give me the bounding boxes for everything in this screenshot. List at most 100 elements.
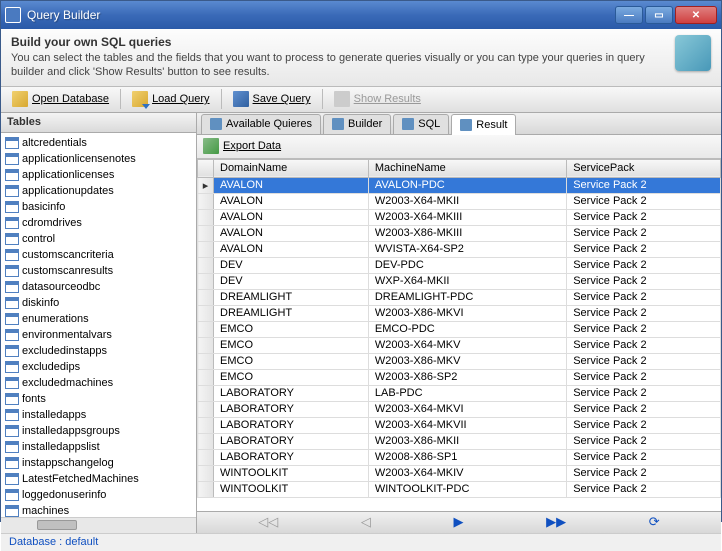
table-row[interactable]: EMCOEMCO-PDCService Pack 2 [198, 321, 721, 337]
table-item-label: applicationupdates [22, 185, 114, 197]
table-cell: AVALON-PDC [368, 177, 566, 193]
table-item[interactable]: applicationlicensenotes [3, 151, 194, 167]
table-item[interactable]: basicinfo [3, 199, 194, 215]
table-item[interactable]: customscanresults [3, 263, 194, 279]
table-icon [5, 249, 19, 261]
table-row[interactable]: ▸AVALONAVALON-PDCService Pack 2 [198, 177, 721, 193]
table-row[interactable]: DREAMLIGHTDREAMLIGHT-PDCService Pack 2 [198, 289, 721, 305]
table-row[interactable]: LABORATORYW2003-X64-MKVIService Pack 2 [198, 401, 721, 417]
table-item-label: control [22, 233, 55, 245]
result-grid[interactable]: DomainNameMachineNameServicePack▸AVALONA… [197, 159, 721, 511]
export-data-button[interactable]: Export Data [223, 140, 281, 152]
table-cell: W2003-X64-MKII [368, 193, 566, 209]
table-row[interactable]: DEVDEV-PDCService Pack 2 [198, 257, 721, 273]
table-row[interactable]: AVALONW2003-X86-MKIIIService Pack 2 [198, 225, 721, 241]
table-item[interactable]: installedappsgroups [3, 423, 194, 439]
table-item[interactable]: cdromdrives [3, 215, 194, 231]
column-header[interactable]: DomainName [214, 159, 369, 177]
table-item[interactable]: installedappslist [3, 439, 194, 455]
table-row[interactable]: LABORATORYW2003-X64-MKVIIService Pack 2 [198, 417, 721, 433]
table-row[interactable]: LABORATORYW2003-X86-MKIIService Pack 2 [198, 433, 721, 449]
titlebar: Query Builder — ▭ ✕ [1, 1, 721, 29]
table-item[interactable]: excludedips [3, 359, 194, 375]
tab-icon [402, 118, 414, 130]
table-item-label: excludedmachines [22, 377, 113, 389]
table-item[interactable]: enumerations [3, 311, 194, 327]
table-item[interactable]: altcredentials [3, 135, 194, 151]
table-row[interactable]: DREAMLIGHTW2003-X86-MKVIService Pack 2 [198, 305, 721, 321]
table-item[interactable]: datasourceodbc [3, 279, 194, 295]
table-row[interactable]: DEVWXP-X64-MKIIService Pack 2 [198, 273, 721, 289]
table-row[interactable]: AVALONW2003-X64-MKIIIService Pack 2 [198, 209, 721, 225]
table-row[interactable]: LABORATORYLAB-PDCService Pack 2 [198, 385, 721, 401]
table-item-label: installedappsgroups [22, 425, 120, 437]
table-item[interactable]: machines [3, 503, 194, 517]
tab-icon [332, 118, 344, 130]
nav-first-button[interactable]: ◁◁ [258, 514, 278, 530]
table-row[interactable]: EMCOW2003-X64-MKVService Pack 2 [198, 337, 721, 353]
table-cell: EMCO [214, 353, 369, 369]
horizontal-scrollbar[interactable] [1, 517, 196, 533]
row-indicator [198, 193, 214, 209]
row-indicator [198, 401, 214, 417]
table-item[interactable]: diskinfo [3, 295, 194, 311]
row-indicator [198, 481, 214, 497]
table-cell: DREAMLIGHT [214, 305, 369, 321]
tab-result[interactable]: Result [451, 114, 516, 135]
load-query-button[interactable]: Load Query [125, 88, 216, 110]
table-cell: W2003-X64-MKVI [368, 401, 566, 417]
table-item[interactable]: fonts [3, 391, 194, 407]
table-item[interactable]: customscancriteria [3, 247, 194, 263]
table-item[interactable]: instappschangelog [3, 455, 194, 471]
table-item[interactable]: applicationupdates [3, 183, 194, 199]
table-cell: DEV [214, 273, 369, 289]
table-icon [5, 233, 19, 245]
nav-refresh-button[interactable]: ⟳ [649, 514, 660, 530]
open-database-button[interactable]: Open Database [5, 88, 116, 110]
table-icon [5, 425, 19, 437]
close-button[interactable]: ✕ [675, 6, 717, 24]
table-row[interactable]: AVALONWVISTA-X64-SP2Service Pack 2 [198, 241, 721, 257]
tables-header: Tables [1, 113, 196, 133]
table-cell: WINTOOLKIT [214, 481, 369, 497]
save-query-button[interactable]: Save Query [226, 88, 318, 110]
nav-last-button[interactable]: ▶▶ [546, 514, 566, 530]
table-icon [5, 217, 19, 229]
table-item[interactable]: excludedmachines [3, 375, 194, 391]
table-item[interactable]: installedapps [3, 407, 194, 423]
minimize-button[interactable]: — [615, 6, 643, 24]
row-indicator [198, 353, 214, 369]
table-row[interactable]: AVALONW2003-X64-MKIIService Pack 2 [198, 193, 721, 209]
table-item[interactable]: environmentalvars [3, 327, 194, 343]
table-item[interactable]: loggedonuserinfo [3, 487, 194, 503]
tab-label: Builder [348, 118, 382, 130]
tables-tree[interactable]: altcredentialsapplicationlicensenotesapp… [1, 133, 196, 517]
table-icon [5, 393, 19, 405]
status-bar: Database : default [1, 533, 721, 551]
table-cell: WINTOOLKIT [214, 465, 369, 481]
table-row[interactable]: WINTOOLKITW2003-X64-MKIVService Pack 2 [198, 465, 721, 481]
table-cell: Service Pack 2 [567, 177, 721, 193]
header: Build your own SQL queries You can selec… [1, 29, 721, 87]
table-item[interactable]: LatestFetchedMachines [3, 471, 194, 487]
table-cell: Service Pack 2 [567, 465, 721, 481]
table-cell: W2003-X64-MKIV [368, 465, 566, 481]
table-row[interactable]: EMCOW2003-X86-MKVService Pack 2 [198, 353, 721, 369]
table-row[interactable]: WINTOOLKITWINTOOLKIT-PDCService Pack 2 [198, 481, 721, 497]
column-header[interactable]: ServicePack [567, 159, 721, 177]
table-cell: Service Pack 2 [567, 273, 721, 289]
save-query-label: Save Query [253, 93, 311, 105]
column-header[interactable]: MachineName [368, 159, 566, 177]
table-item[interactable]: applicationlicenses [3, 167, 194, 183]
maximize-button[interactable]: ▭ [645, 6, 673, 24]
table-row[interactable]: LABORATORYW2008-X86-SP1Service Pack 2 [198, 449, 721, 465]
tab-icon [460, 119, 472, 131]
table-item[interactable]: excludedinstapps [3, 343, 194, 359]
table-item[interactable]: control [3, 231, 194, 247]
tab-sql[interactable]: SQL [393, 114, 449, 134]
tab-builder[interactable]: Builder [323, 114, 391, 134]
nav-prev-button[interactable]: ◁ [361, 514, 371, 530]
table-row[interactable]: EMCOW2003-X86-SP2Service Pack 2 [198, 369, 721, 385]
tab-available-quieres[interactable]: Available Quieres [201, 114, 321, 134]
nav-next-button[interactable]: ▶ [454, 514, 464, 530]
